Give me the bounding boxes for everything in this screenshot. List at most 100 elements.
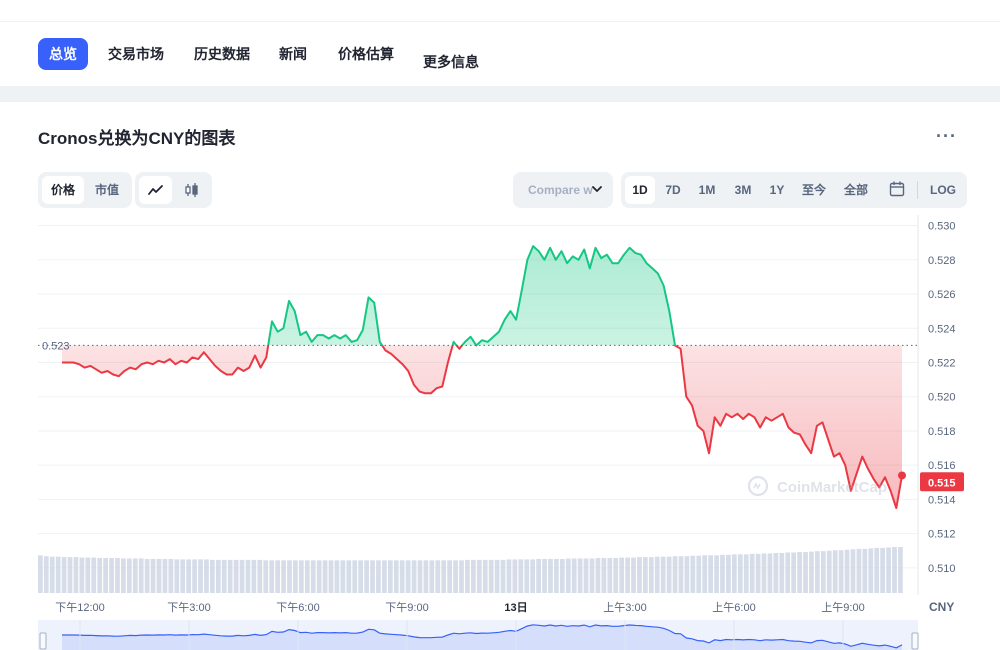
volume-bar	[542, 558, 547, 593]
volume-bar	[91, 557, 97, 593]
range-tab-1m[interactable]: 1M	[691, 176, 723, 204]
volume-bar	[465, 559, 470, 593]
volume-bar	[132, 558, 138, 593]
volume-bar	[779, 552, 785, 593]
y-tick-label: 0.510	[928, 563, 956, 575]
volume-bar	[441, 560, 447, 593]
volume-bar	[73, 557, 79, 593]
chart-type-toggle	[135, 172, 212, 208]
volume-bar	[565, 558, 571, 593]
volume-bar	[874, 547, 880, 593]
volume-bars	[38, 547, 903, 593]
volume-bar	[275, 560, 280, 593]
volume-bar	[637, 557, 642, 593]
currency-label: CNY	[929, 600, 954, 614]
volume-bar	[554, 558, 559, 593]
price-chart[interactable]: 0.523 CoinMarketCap 0.530 0.528 0.526 0.524…	[0, 215, 1000, 650]
volume-bar	[524, 559, 530, 593]
volume-bar	[346, 560, 352, 593]
volume-bar	[820, 551, 826, 593]
volume-bar	[221, 559, 227, 593]
volume-bar	[215, 559, 221, 593]
volume-bar	[577, 558, 583, 593]
volume-bar	[121, 558, 126, 593]
volume-bar	[263, 560, 269, 593]
volume-bar	[826, 550, 832, 593]
volume-bar	[678, 556, 684, 593]
range-tab-7d[interactable]: 7D	[657, 176, 689, 204]
line-chart-icon[interactable]	[139, 176, 172, 204]
y-tick-label: 0.514	[928, 494, 956, 506]
metric-tab-price[interactable]: 价格	[42, 176, 84, 204]
range-tab-all[interactable]: 全部	[836, 176, 876, 204]
tab-markets[interactable]: 交易市场	[97, 38, 175, 70]
volume-bar	[328, 560, 334, 593]
volume-bar	[482, 559, 488, 593]
range-tab-ytd[interactable]: 至今	[795, 176, 833, 204]
volume-bar	[660, 556, 666, 593]
volume-bar	[761, 553, 767, 593]
tab-historical-data[interactable]: 历史数据	[183, 38, 261, 70]
volume-bar	[251, 559, 257, 593]
tab-price-estimate[interactable]: 价格估算	[327, 38, 405, 70]
volume-bar	[150, 558, 156, 593]
metric-tab-market-cap[interactable]: 市值	[86, 176, 128, 204]
range-tab-1y[interactable]: 1Y	[761, 176, 793, 204]
volume-bar	[417, 560, 423, 593]
volume-bar	[97, 558, 103, 593]
price-area	[62, 246, 902, 508]
volume-bar	[488, 559, 494, 593]
volume-bar	[38, 555, 43, 593]
volume-bar	[648, 557, 654, 593]
volume-bar	[898, 547, 903, 593]
volume-bar	[257, 559, 263, 593]
metric-toggle: 价格 市值	[38, 172, 132, 208]
more-horizontal-icon[interactable]: ···	[936, 126, 957, 147]
volume-bar	[494, 559, 500, 593]
volume-bar	[340, 560, 346, 593]
range-tab-1d[interactable]: 1D	[625, 176, 655, 204]
volume-bar	[459, 560, 464, 593]
volume-bar	[204, 559, 209, 593]
volume-bar	[316, 560, 322, 593]
volume-bar	[67, 557, 73, 593]
tab-more-info[interactable]: 更多信息	[412, 46, 490, 78]
calendar-icon[interactable]	[881, 176, 913, 204]
volume-bar	[726, 554, 731, 593]
volume-bar	[530, 559, 536, 593]
compare-dropdown[interactable]: Compare w	[513, 172, 613, 208]
volume-bar	[583, 558, 589, 593]
volume-bar	[405, 560, 411, 593]
volume-bar	[49, 556, 55, 593]
volume-bar	[334, 560, 340, 593]
compare-placeholder: Compare w	[528, 183, 593, 197]
log-scale-toggle[interactable]: LOG	[923, 176, 963, 204]
watermark-text: CoinMarketCap	[777, 479, 887, 496]
volume-bar	[411, 560, 417, 593]
volume-bar	[429, 560, 435, 593]
volume-bar	[180, 559, 186, 593]
range-toggle: 1D 7D 1M 3M 1Y 至今 全部 LOG	[621, 172, 967, 208]
range-navigator[interactable]	[38, 620, 919, 650]
volume-bar	[654, 556, 660, 593]
y-tick-label: 0.518	[928, 426, 956, 438]
range-tab-3m[interactable]: 3M	[726, 176, 760, 204]
volume-bar	[803, 552, 808, 593]
tab-overview[interactable]: 总览	[38, 38, 88, 70]
tab-news[interactable]: 新闻	[268, 38, 318, 70]
navigator-handle-right[interactable]	[911, 632, 919, 650]
volume-bar	[601, 558, 607, 593]
volume-bar	[589, 558, 595, 593]
top-bar	[0, 0, 1000, 22]
volume-bar	[399, 560, 405, 593]
volume-bar	[364, 560, 369, 593]
volume-bar	[755, 553, 761, 593]
navigator-handle-left[interactable]	[39, 632, 47, 650]
y-tick-label: 0.528	[928, 255, 956, 267]
volume-bar	[435, 560, 441, 593]
x-tick-label: 上午6:00	[712, 601, 755, 614]
volume-bar	[559, 558, 565, 593]
candlestick-icon[interactable]	[175, 176, 208, 204]
volume-bar	[548, 558, 553, 593]
price-badges: 0.515	[898, 471, 964, 492]
